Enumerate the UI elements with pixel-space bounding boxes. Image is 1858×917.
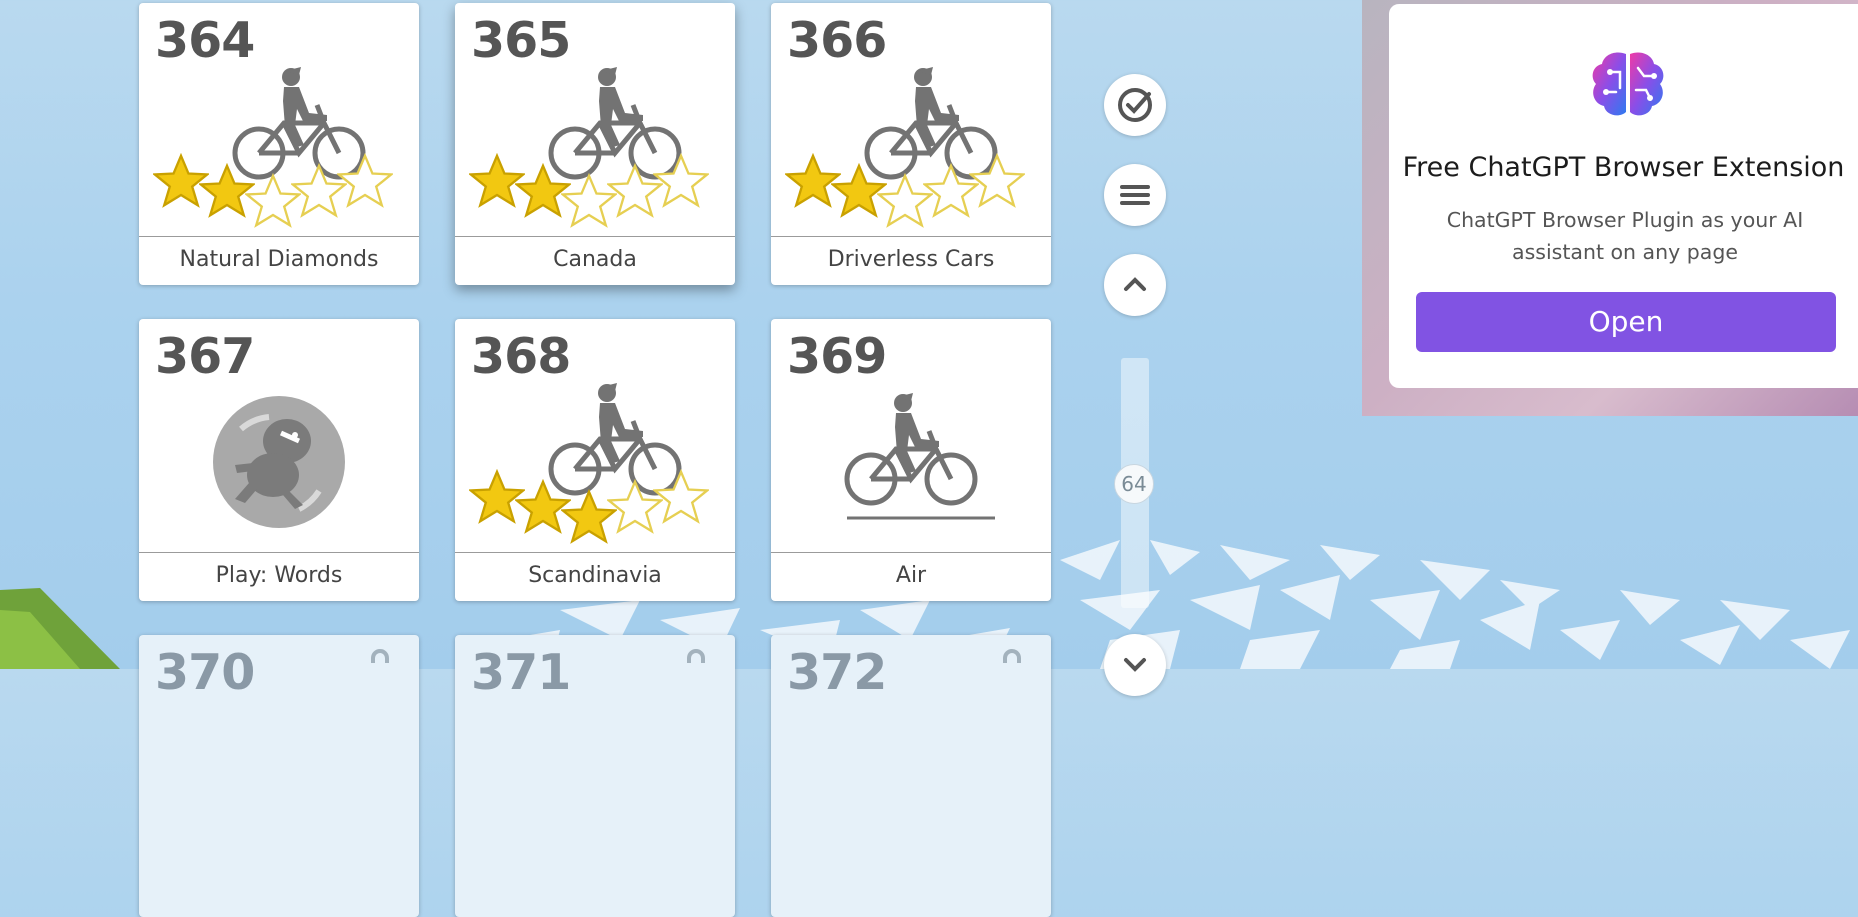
ad-description: ChatGPT Browser Plugin as your AI assist… <box>1446 208 1804 264</box>
scroll-position-indicator[interactable]: 64 <box>1114 464 1154 504</box>
cyclist-icon <box>153 55 393 227</box>
cyclist-icon <box>785 55 1025 227</box>
lesson-number: 370 <box>155 644 255 701</box>
lesson-title: Natural Diamonds <box>139 236 419 285</box>
chevron-up-icon <box>1124 277 1146 291</box>
star-empty-icon <box>877 174 933 227</box>
lesson-card-370[interactable]: 370 <box>139 635 419 917</box>
cyclist-icon <box>781 371 995 520</box>
star-empty-icon <box>291 164 347 217</box>
star-empty-icon <box>969 154 1025 207</box>
scroll-down-button[interactable] <box>1104 634 1166 696</box>
star-empty-icon <box>653 154 709 207</box>
lesson-title: Canada <box>455 236 735 285</box>
star-empty-icon <box>337 154 393 207</box>
star-empty-icon <box>653 470 709 523</box>
cyclist-icon <box>469 55 709 227</box>
brain-icon <box>1592 52 1664 116</box>
lesson-title: Scandinavia <box>455 552 735 601</box>
star-rating <box>469 154 709 227</box>
star-rating <box>153 154 393 227</box>
star-filled-icon <box>469 154 525 207</box>
game-badge-icon <box>213 396 345 528</box>
chevron-down-icon <box>1124 658 1146 672</box>
lock-icon <box>1003 649 1021 663</box>
check-progress-button[interactable] <box>1104 74 1166 136</box>
star-empty-icon <box>245 174 301 227</box>
ad-title: Free ChatGPT Browser Extension <box>1402 152 1845 183</box>
lesson-number: 372 <box>787 644 887 701</box>
lesson-title: Air <box>771 552 1051 601</box>
lesson-card-368[interactable]: 368 Scandinavia <box>455 319 735 601</box>
star-empty-icon <box>607 164 663 217</box>
star-filled-icon <box>153 154 209 207</box>
lesson-card-372[interactable]: 372 <box>771 635 1051 917</box>
star-filled-icon <box>785 154 841 207</box>
lesson-title: Play: Words <box>139 552 419 601</box>
star-rating <box>469 470 709 543</box>
star-filled-icon <box>469 470 525 523</box>
lesson-card-369[interactable]: 369 Air <box>771 319 1051 601</box>
star-empty-icon <box>607 480 663 533</box>
lock-icon <box>371 649 389 663</box>
star-empty-icon <box>923 164 979 217</box>
lesson-number: 371 <box>471 644 571 701</box>
lesson-title: Driverless Cars <box>771 236 1051 285</box>
menu-icon <box>1120 185 1150 205</box>
scroll-up-button[interactable] <box>1104 254 1166 316</box>
cyclist-icon <box>469 371 709 543</box>
ad-open-button[interactable]: Open <box>1416 292 1836 352</box>
menu-button[interactable] <box>1104 164 1166 226</box>
star-rating <box>785 154 1025 227</box>
lock-icon <box>687 649 705 663</box>
lesson-card-371[interactable]: 371 <box>455 635 735 917</box>
lesson-card-366[interactable]: 366 Driverless Cars <box>771 3 1051 285</box>
lesson-card-367[interactable]: 367 Play: Words <box>139 319 419 601</box>
star-empty-icon <box>561 174 617 227</box>
star-filled-icon <box>561 490 617 543</box>
lesson-card-364[interactable]: 364 Natural Diamonds <box>139 3 419 285</box>
lesson-card-365[interactable]: 365 Canada <box>455 3 735 285</box>
check-circle-icon <box>1118 88 1152 122</box>
